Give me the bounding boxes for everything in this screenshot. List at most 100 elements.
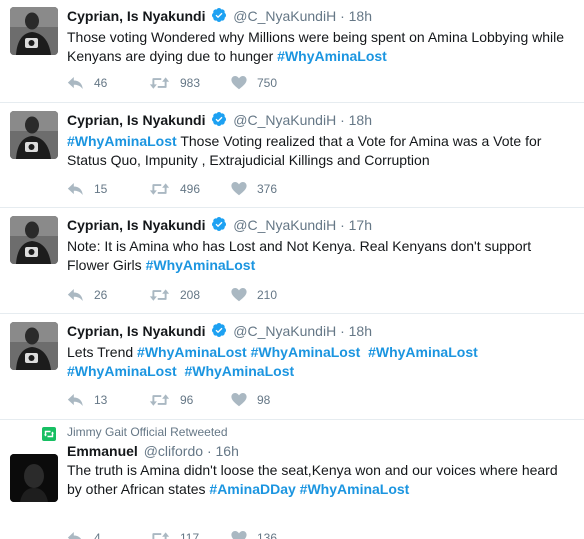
- reply-button[interactable]: 46: [67, 76, 149, 90]
- tweet[interactable]: Cyprian, Is Nyakundi @C_NyaKundiH · 18h …: [0, 0, 584, 103]
- hashtag-link[interactable]: #WhyAminaLost: [277, 48, 387, 64]
- tweet-actions: 46 983 750: [67, 75, 313, 90]
- separator-dot: ·: [340, 323, 345, 339]
- tweet-feed: Cyprian, Is Nyakundi @C_NyaKundiH · 18h …: [0, 0, 584, 539]
- retweet-count: 96: [180, 392, 194, 407]
- retweet-icon: [149, 182, 170, 196]
- retweet-count: 208: [180, 287, 201, 302]
- retweet-count: 117: [180, 530, 200, 539]
- hashtag-link[interactable]: #WhyAminaLost: [137, 344, 247, 360]
- like-button[interactable]: 750: [231, 75, 313, 90]
- reply-icon: [67, 531, 84, 539]
- retweet-count: 983: [180, 75, 201, 90]
- verified-badge-icon: [211, 7, 227, 28]
- verified-badge-icon: [211, 111, 227, 132]
- like-count: 750: [257, 75, 278, 90]
- tweet[interactable]: Cyprian, Is Nyakundi @C_NyaKundiH · 17h …: [0, 208, 584, 314]
- like-button[interactable]: 376: [231, 181, 313, 196]
- hashtag-link[interactable]: #AminaDDay: [209, 481, 295, 497]
- hashtag-link[interactable]: #WhyAminaLost: [146, 257, 256, 273]
- tweet-timestamp[interactable]: 18h: [349, 323, 372, 339]
- author-handle[interactable]: @C_NyaKundiH: [233, 323, 336, 339]
- tweet-text: Those voting Wondered why Millions were …: [67, 28, 574, 66]
- like-count: 136: [257, 530, 278, 539]
- author-name[interactable]: Cyprian, Is Nyakundi: [67, 8, 205, 24]
- tweet-text: #WhyAminaLost Those Voting realized that…: [67, 132, 574, 170]
- retweeted-icon: [42, 427, 56, 445]
- reply-button[interactable]: 4: [67, 531, 149, 539]
- hashtag-link[interactable]: #WhyAminaLost: [368, 344, 478, 360]
- retweet-button[interactable]: 208: [149, 288, 231, 302]
- reply-count: 15: [94, 181, 108, 196]
- hashtag-link[interactable]: #WhyAminaLost: [251, 344, 361, 360]
- separator-dot: ·: [206, 443, 212, 459]
- tweet-text: Note: It is Amina who has Lost and Not K…: [67, 237, 574, 275]
- avatar[interactable]: [10, 111, 58, 159]
- reply-count: 13: [94, 392, 108, 407]
- tweet-header: Cyprian, Is Nyakundi @C_NyaKundiH · 18h: [67, 7, 574, 28]
- tweet-timestamp[interactable]: 17h: [349, 217, 372, 233]
- tweet-actions: 4 117 136: [67, 530, 313, 539]
- avatar[interactable]: [10, 216, 58, 264]
- heart-icon: [231, 287, 247, 302]
- tweet-header: Cyprian, Is Nyakundi @C_NyaKundiH · 18h: [67, 322, 574, 343]
- reply-icon: [67, 182, 84, 196]
- retweet-button[interactable]: 117: [149, 531, 231, 539]
- author-name[interactable]: Emmanuel: [67, 443, 138, 459]
- like-count: 210: [257, 287, 278, 302]
- avatar[interactable]: [10, 322, 58, 370]
- retweet-icon: [149, 76, 170, 90]
- like-button[interactable]: 98: [231, 392, 313, 407]
- retweet-icon: [149, 393, 170, 407]
- tweet[interactable]: Cyprian, Is Nyakundi @C_NyaKundiH · 18h …: [0, 314, 584, 420]
- like-button[interactable]: 210: [231, 287, 313, 302]
- tweet-actions: 26 208 210: [67, 287, 313, 302]
- retweeted-by-label[interactable]: Jimmy Gait Official Retweeted: [67, 424, 228, 440]
- author-handle[interactable]: @C_NyaKundiH: [233, 112, 336, 128]
- reply-icon: [67, 288, 84, 302]
- tweet[interactable]: Jimmy Gait Official Retweeted Emmanuel @…: [0, 420, 584, 539]
- tweet-timestamp[interactable]: 16h: [216, 443, 239, 459]
- author-name[interactable]: Cyprian, Is Nyakundi: [67, 323, 205, 339]
- author-name[interactable]: Cyprian, Is Nyakundi: [67, 217, 205, 233]
- author-name[interactable]: Cyprian, Is Nyakundi: [67, 112, 205, 128]
- retweet-count: 496: [180, 181, 201, 196]
- author-handle[interactable]: @C_NyaKundiH: [233, 8, 336, 24]
- retweet-button[interactable]: 983: [149, 76, 231, 90]
- retweet-button[interactable]: 496: [149, 182, 231, 196]
- avatar[interactable]: [10, 7, 58, 55]
- tweet-text: Lets Trend #WhyAminaLost #WhyAminaLost #…: [67, 343, 574, 381]
- hashtag-link[interactable]: #WhyAminaLost: [67, 133, 177, 149]
- reply-icon: [67, 76, 84, 90]
- separator-dot: ·: [340, 217, 345, 233]
- heart-icon: [231, 75, 247, 90]
- tweet-header: Cyprian, Is Nyakundi @C_NyaKundiH · 18h: [67, 111, 574, 132]
- tweet[interactable]: Cyprian, Is Nyakundi @C_NyaKundiH · 18h …: [0, 103, 584, 208]
- like-button[interactable]: 136: [231, 530, 313, 539]
- tweet-header: Cyprian, Is Nyakundi @C_NyaKundiH · 17h: [67, 216, 574, 237]
- tweet-timestamp[interactable]: 18h: [349, 112, 372, 128]
- tweet-text-part: Lets Trend: [67, 344, 138, 360]
- hashtag-link[interactable]: #WhyAminaLost: [67, 363, 177, 379]
- reply-icon: [67, 393, 84, 407]
- verified-badge-icon: [211, 216, 227, 237]
- reply-count: 26: [94, 287, 108, 302]
- tweet-timestamp[interactable]: 18h: [349, 8, 372, 24]
- hashtag-link[interactable]: #WhyAminaLost: [184, 363, 294, 379]
- separator-dot: ·: [340, 112, 345, 128]
- reply-button[interactable]: 26: [67, 288, 149, 302]
- retweet-icon: [149, 288, 170, 302]
- separator-dot: ·: [340, 8, 345, 24]
- reply-button[interactable]: 15: [67, 182, 149, 196]
- avatar[interactable]: [10, 454, 58, 502]
- verified-badge-icon: [211, 322, 227, 343]
- hashtag-link[interactable]: #WhyAminaLost: [300, 481, 410, 497]
- tweet-header: Emmanuel @clifordo · 16h: [67, 442, 574, 461]
- reply-count: 4: [94, 530, 101, 539]
- reply-button[interactable]: 13: [67, 393, 149, 407]
- tweet-actions: 13 96 98: [67, 392, 313, 407]
- author-handle[interactable]: @C_NyaKundiH: [233, 217, 336, 233]
- author-handle[interactable]: @clifordo: [144, 443, 203, 459]
- heart-icon: [231, 181, 247, 196]
- retweet-button[interactable]: 96: [149, 393, 231, 407]
